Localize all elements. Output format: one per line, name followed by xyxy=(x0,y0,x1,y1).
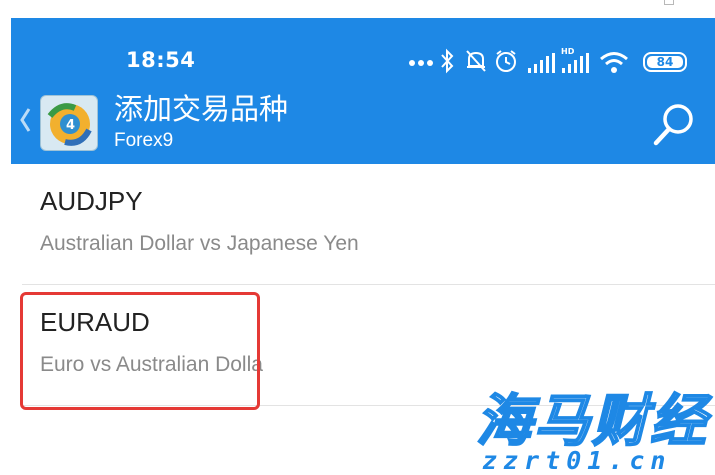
svg-text:4: 4 xyxy=(66,118,75,133)
list-item[interactable]: AUDJPY Australian Dollar vs Japanese Yen xyxy=(22,164,715,285)
highlight-annotation-box xyxy=(20,292,260,410)
watermark-url: zzrt01.cn xyxy=(482,446,672,475)
wifi-icon xyxy=(600,52,628,73)
battery-icon: 84 xyxy=(643,52,687,72)
svg-text:HD: HD xyxy=(561,47,575,56)
mute-bell-icon xyxy=(466,50,486,72)
more-dots-icon xyxy=(409,60,433,66)
hd-signal-icon: HD xyxy=(561,47,589,73)
back-chevron-icon[interactable] xyxy=(17,106,33,134)
server-name: Forex9 xyxy=(114,130,174,151)
watermark: 海马财经 zzrt01.cn xyxy=(468,376,715,475)
metatrader-logo: 4 xyxy=(40,95,98,151)
watermark-brand: 海马财经 xyxy=(475,388,708,455)
battery-level: 84 xyxy=(656,55,674,69)
signal-icon xyxy=(528,53,555,73)
page-title: 添加交易品种 xyxy=(114,92,289,126)
bluetooth-icon xyxy=(441,48,454,74)
top-corner-mark xyxy=(664,0,674,5)
symbol-description: Australian Dollar vs Japanese Yen xyxy=(40,232,359,255)
alarm-icon xyxy=(496,50,516,72)
app-header: 18:54 HD 84 4 添加交易品种 Forex9 xyxy=(11,18,715,164)
status-time: 18:54 xyxy=(126,48,196,72)
symbol-name: AUDJPY xyxy=(40,186,143,216)
search-icon[interactable] xyxy=(651,101,697,147)
